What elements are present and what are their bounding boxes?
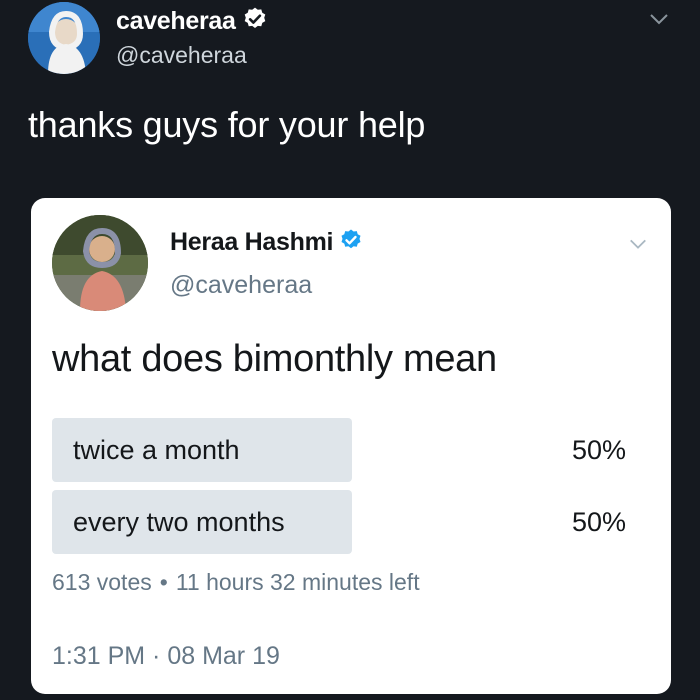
poll-option-percent: 50% xyxy=(571,435,626,465)
outer-handle[interactable]: @caveheraa xyxy=(116,42,247,69)
poll-option-label: twice a month xyxy=(73,435,240,465)
verified-badge-icon xyxy=(339,228,363,257)
poll-meta: 613 votes • 11 hours 32 minutes left xyxy=(52,569,420,596)
quoted-display-name[interactable]: Heraa Hashmi xyxy=(170,228,333,257)
poll-option-label: every two months xyxy=(73,507,285,537)
outer-tweet-text: thanks guys for your help xyxy=(28,104,426,145)
poll-option-percent: 50% xyxy=(571,507,626,537)
poll-option-1: twice a month 50% xyxy=(52,418,652,482)
quoted-avatar-image xyxy=(52,215,148,311)
quoted-tweet-card[interactable]: Heraa Hashmi @caveheraa what does bimont… xyxy=(31,198,671,694)
poll-option-2: every two months 50% xyxy=(52,490,652,554)
poll-time-left: 11 hours 32 minutes left xyxy=(175,569,420,595)
tweet-timestamp[interactable]: 1:31 PM · 08 Mar 19 xyxy=(52,642,280,671)
outer-avatar-image xyxy=(28,2,100,74)
quoted-avatar[interactable] xyxy=(52,215,148,311)
outer-avatar[interactable] xyxy=(28,2,100,74)
quoted-tweet-text: what does bimonthly mean xyxy=(52,338,497,380)
chevron-down-icon[interactable] xyxy=(628,234,648,259)
quoted-handle[interactable]: @caveheraa xyxy=(170,271,312,300)
verified-badge-icon xyxy=(242,6,268,37)
separator-dot: • xyxy=(159,569,168,595)
poll-votes: 613 votes xyxy=(52,569,152,595)
chevron-down-icon[interactable] xyxy=(648,8,670,35)
outer-display-name[interactable]: caveheraa xyxy=(116,7,236,36)
